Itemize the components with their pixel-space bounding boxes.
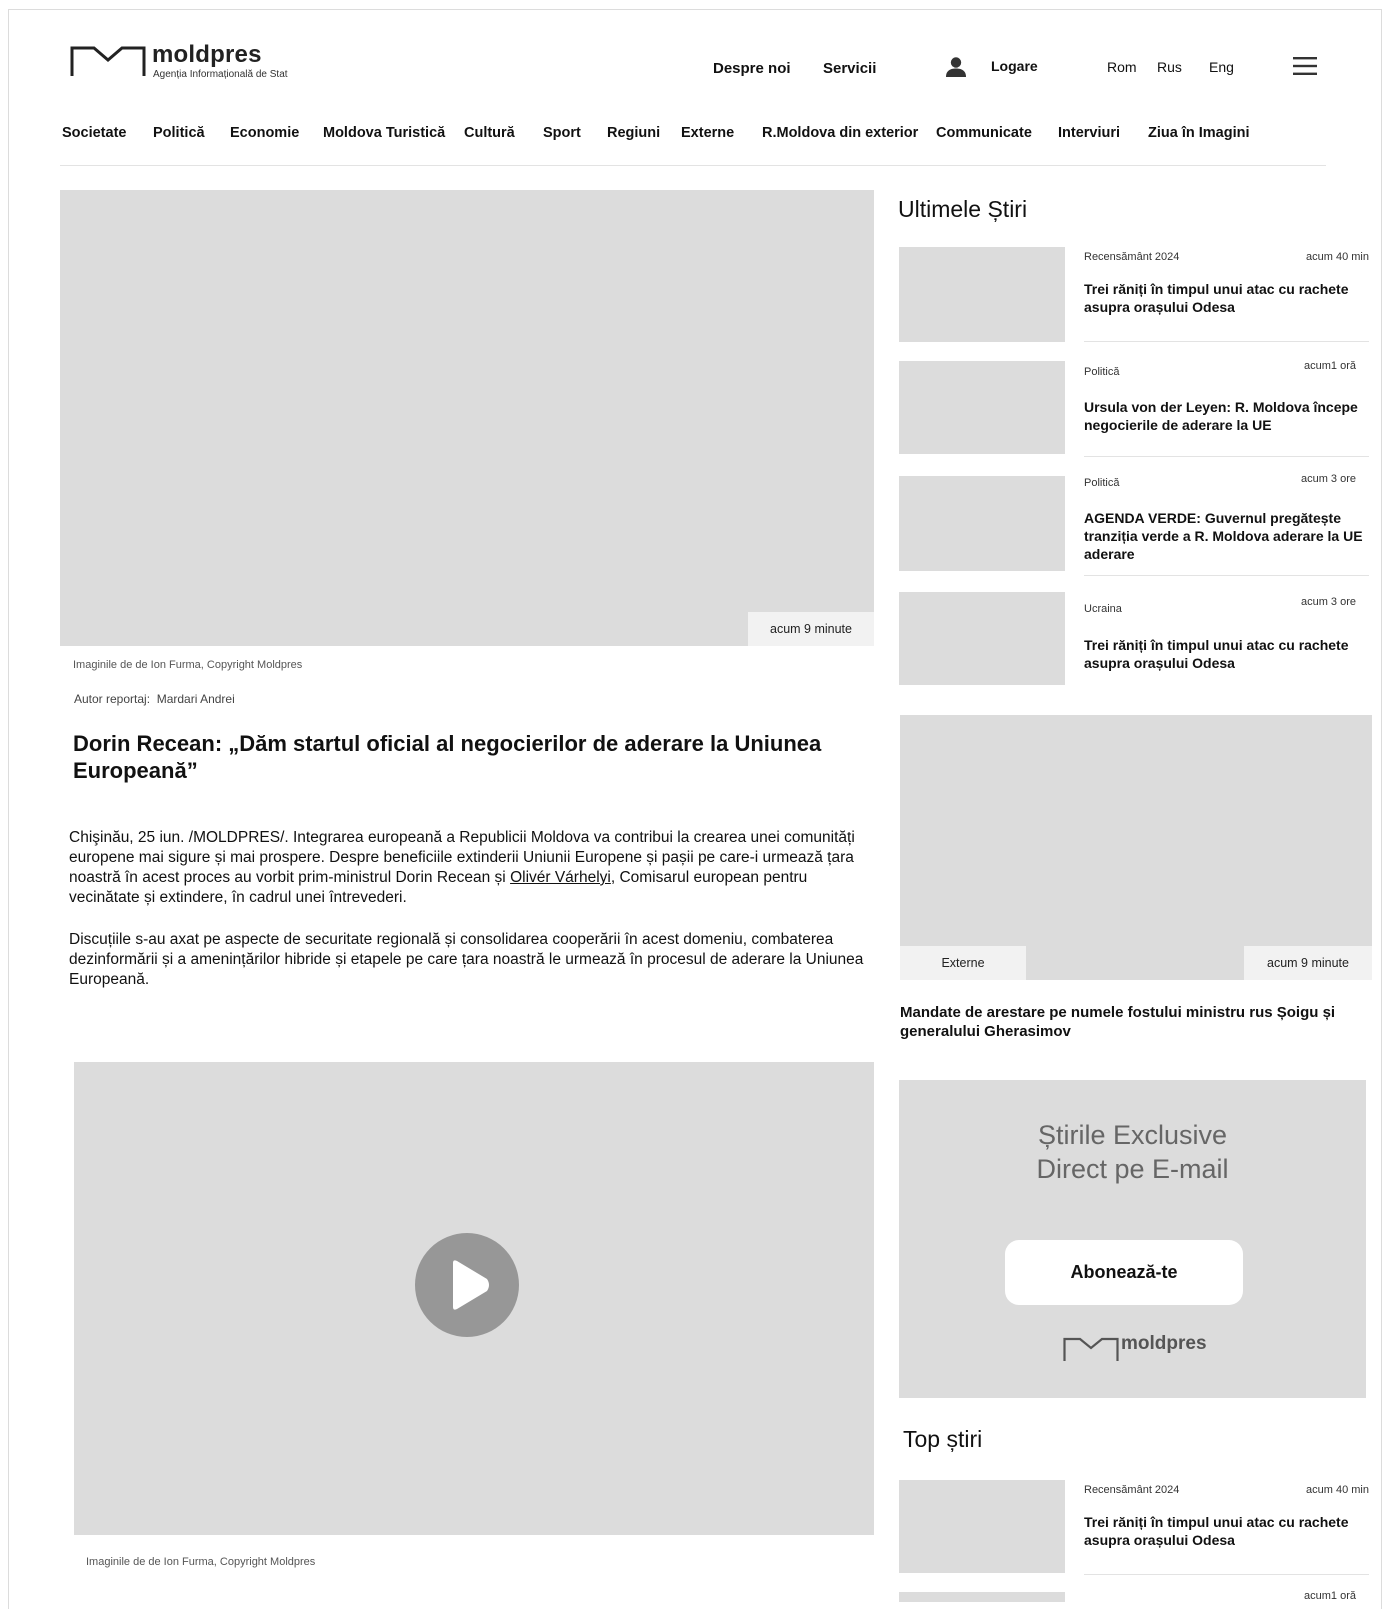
news-divider — [1084, 341, 1369, 342]
nav-item-moldova-turistica[interactable]: Moldova Turistică — [323, 125, 445, 141]
news-thumbnail[interactable] — [899, 1480, 1065, 1573]
logo-mark-icon — [1063, 1337, 1119, 1361]
featured-category-badge[interactable]: Externe — [900, 946, 1026, 980]
news-thumbnail[interactable] — [899, 361, 1065, 454]
person-link[interactable]: Olivér Várhelyi — [510, 869, 611, 886]
featured-time-badge: acum 9 minute — [1244, 946, 1372, 980]
hero-image-credit: Imaginile de de Ion Furma, Copyright Mol… — [73, 659, 303, 671]
nav-services-link[interactable]: Servicii — [823, 60, 876, 77]
newsletter-title: Știrile Exclusive Direct pe E-mail — [899, 1118, 1366, 1186]
lang-eng[interactable]: Eng — [1209, 59, 1234, 75]
hero-time-badge: acum 9 minute — [748, 612, 874, 646]
news-thumbnail[interactable] — [899, 476, 1065, 571]
news-thumbnail[interactable] — [899, 1592, 1065, 1602]
news-time: acum1 oră — [1304, 360, 1356, 372]
nav-about-link[interactable]: Despre noi — [713, 60, 791, 77]
news-divider — [1084, 575, 1369, 576]
featured-news-image[interactable] — [900, 715, 1372, 980]
nav-item-interviuri[interactable]: Interviuri — [1058, 125, 1120, 141]
news-headline[interactable]: Trei răniți în timpul unui atac cu rache… — [1084, 636, 1369, 672]
author-name[interactable]: Mardari Andrei — [157, 692, 235, 706]
nav-item-regiuni[interactable]: Regiuni — [607, 125, 660, 141]
news-divider — [1084, 1574, 1369, 1575]
nav-item-economie[interactable]: Economie — [230, 125, 299, 141]
news-headline[interactable]: Trei răniți în timpul unui atac cu rache… — [1084, 280, 1369, 316]
nav-item-moldova-exterior[interactable]: R.Moldova din exterior — [762, 125, 918, 141]
newsletter-line-2: Direct pe E-mail — [1036, 1154, 1229, 1184]
article-title: Dorin Recean: „Dăm startul oficial al ne… — [73, 731, 822, 783]
news-category[interactable]: Recensământ 2024 — [1084, 251, 1179, 263]
logo-name: moldpres — [152, 41, 262, 68]
news-time: acum 40 min — [1306, 251, 1369, 263]
nav-item-ziua-in-imagini[interactable]: Ziua în Imagini — [1148, 125, 1250, 141]
news-time: acum 3 ore — [1300, 596, 1356, 608]
subscribe-button[interactable]: Abonează-te — [1005, 1240, 1243, 1305]
news-time: acum1 oră — [1304, 1590, 1356, 1602]
nav-item-politica[interactable]: Politică — [153, 125, 205, 141]
news-category[interactable]: Recensământ 2024 — [1084, 1484, 1179, 1496]
user-icon[interactable] — [945, 56, 967, 78]
news-category[interactable]: Politică — [1084, 477, 1119, 489]
news-category[interactable]: Ucraina — [1084, 603, 1122, 615]
lang-rus[interactable]: Rus — [1157, 59, 1182, 75]
author-line: Autor reportaj: Mardari Andrei — [74, 692, 235, 706]
newsletter-logo: moldpres — [1063, 1333, 1207, 1366]
article-paragraph-2: Discuțiile s-au axat pe aspecte de secur… — [69, 931, 864, 988]
nav-item-communicate[interactable]: Communicate — [936, 125, 1032, 141]
news-thumbnail[interactable] — [899, 247, 1065, 342]
news-headline[interactable]: Ursula von der Leyen: R. Moldova începe … — [1084, 398, 1374, 434]
news-time: acum 40 min — [1306, 1484, 1369, 1496]
newsletter-line-1: Știrile Exclusive — [1037, 1120, 1228, 1150]
nav-divider — [60, 165, 1326, 166]
newsletter-box: Știrile Exclusive Direct pe E-mail Abone… — [899, 1080, 1366, 1398]
nav-item-externe[interactable]: Externe — [681, 125, 734, 141]
newsletter-logo-name: moldpres — [1121, 1333, 1207, 1354]
article-paragraph-1: Chişinău, 25 iun. /MOLDPRES/. Integrarea… — [69, 828, 869, 908]
news-headline[interactable]: Trei răniți în timpul unui atac cu rache… — [1084, 1513, 1369, 1549]
login-link[interactable]: Logare — [991, 58, 1038, 74]
video-image-credit: Imaginile de de Ion Furma, Copyright Mol… — [86, 1556, 316, 1568]
nav-item-sport[interactable]: Sport — [543, 125, 581, 141]
hamburger-menu-icon[interactable] — [1293, 56, 1317, 76]
news-time: acum 3 ore — [1300, 473, 1356, 485]
play-icon[interactable] — [415, 1233, 519, 1337]
news-divider — [1084, 456, 1369, 457]
site-logo[interactable]: moldpres Agenția Informațională de Stat — [70, 41, 310, 84]
nav-item-societate[interactable]: Societate — [62, 125, 126, 141]
top-news-title: Top știri — [903, 1426, 983, 1452]
hero-image[interactable] — [60, 190, 874, 646]
news-headline[interactable]: AGENDA VERDE: Guvernul pregătește tranzi… — [1084, 509, 1369, 563]
logo-mark-icon — [70, 46, 146, 76]
nav-item-cultura[interactable]: Cultură — [464, 125, 515, 141]
logo-tagline: Agenția Informațională de Stat — [153, 69, 288, 80]
news-thumbnail[interactable] — [899, 592, 1065, 685]
author-label: Autor reportaj: — [74, 692, 151, 706]
featured-headline[interactable]: Mandate de arestare pe numele fostului m… — [900, 1003, 1370, 1041]
lang-rom[interactable]: Rom — [1107, 59, 1137, 75]
news-category[interactable]: Politică — [1084, 366, 1119, 378]
latest-news-title: Ultimele Știri — [898, 196, 1028, 222]
